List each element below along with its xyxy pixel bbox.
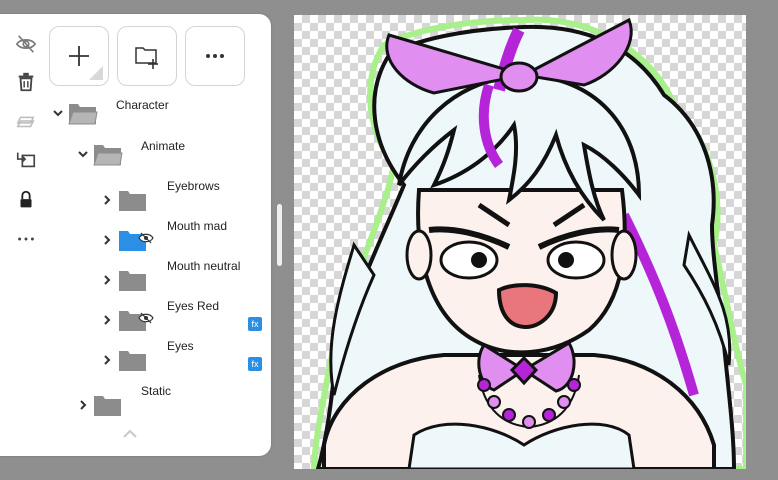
chevron-right-icon[interactable] — [101, 233, 113, 245]
layer-label: Character — [116, 98, 169, 112]
ellipsis-icon — [206, 54, 224, 58]
layer-label: Static — [141, 384, 172, 398]
layer-row[interactable]: Animate — [0, 139, 260, 179]
folder-icon — [118, 267, 148, 293]
add-layer-button[interactable] — [49, 26, 109, 86]
character-artwork — [310, 16, 746, 469]
layers-panel: Character Animate Eyebrows Mouth mad Mouth n… — [0, 14, 271, 456]
fx-badge[interactable]: fx — [248, 357, 262, 371]
collapse-up-icon[interactable] — [121, 428, 139, 440]
chevron-right-icon[interactable] — [77, 398, 89, 410]
delete-layer-button[interactable] — [13, 69, 39, 95]
hide-eye-icon — [15, 35, 37, 53]
layer-row[interactable]: Mouth neutral — [0, 259, 260, 299]
trash-icon — [18, 72, 34, 92]
fx-badge[interactable]: fx — [248, 317, 262, 331]
folder-plus-icon — [135, 47, 158, 69]
chevron-right-icon[interactable] — [101, 313, 113, 325]
layer-row[interactable]: Eyebrows — [0, 179, 260, 219]
more-options-button[interactable] — [185, 26, 245, 86]
folder-icon — [93, 392, 123, 418]
layer-label: Mouth neutral — [167, 259, 241, 273]
hidden-eye-icon — [138, 311, 154, 324]
new-folder-button[interactable] — [117, 26, 177, 86]
folder-icon — [68, 100, 98, 126]
layer-label: Mouth mad — [167, 219, 228, 233]
layer-label: Eyebrows — [167, 179, 220, 193]
layer-row[interactable]: Eyes Red fx — [0, 299, 262, 339]
hidden-eye-icon — [138, 231, 154, 244]
layer-label: Eyes Red — [167, 299, 220, 313]
chevron-down-icon[interactable] — [52, 106, 64, 118]
chevron-down-icon[interactable] — [77, 147, 89, 159]
layer-label: Animate — [141, 139, 186, 153]
folder-icon — [118, 347, 148, 373]
folder-icon — [93, 141, 123, 167]
drawing-canvas[interactable] — [294, 15, 746, 469]
layer-row[interactable]: Static — [0, 384, 260, 424]
layer-row[interactable]: Eyes fx — [0, 339, 262, 379]
folder-icon — [118, 187, 148, 213]
toggle-visibility-button[interactable] — [13, 31, 39, 57]
layer-label: Eyes — [167, 339, 194, 353]
chevron-right-icon[interactable] — [101, 273, 113, 285]
corner-indicator — [89, 66, 103, 80]
panel-resize-handle[interactable] — [277, 204, 282, 266]
chevron-right-icon[interactable] — [101, 193, 113, 205]
chevron-right-icon[interactable] — [101, 353, 113, 365]
layer-row[interactable]: Character — [0, 98, 260, 138]
layer-row[interactable]: Mouth mad — [0, 219, 260, 259]
